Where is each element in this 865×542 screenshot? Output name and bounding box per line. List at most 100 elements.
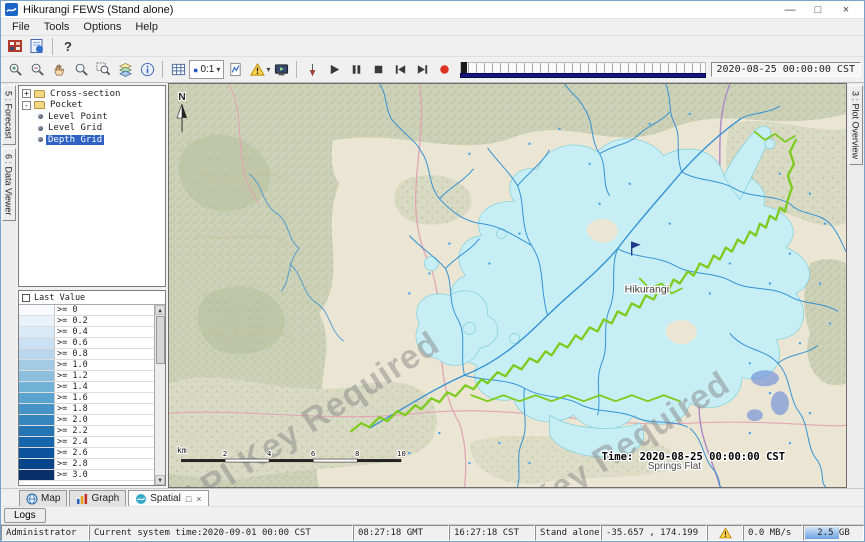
node-dot-icon: [38, 137, 43, 142]
stop-button[interactable]: [367, 60, 389, 80]
logs-button[interactable]: Logs: [4, 508, 46, 523]
tree-list: +Cross-section-PocketLevel PointLevel Gr…: [20, 88, 164, 146]
tree-item-level-point[interactable]: Level Point: [20, 111, 164, 123]
legend-swatch: [19, 437, 55, 447]
legend-swatch: [19, 338, 55, 348]
menu-tools[interactable]: Tools: [37, 21, 77, 33]
map-time-label: Time: 2020-08-25 00:00:00 CST: [602, 451, 785, 463]
legend-swatch: [19, 382, 55, 392]
main-toolbar: ?: [1, 36, 864, 57]
legend-row: >= 0.6: [19, 338, 154, 349]
tab-forecast[interactable]: 5 : Forecast: [2, 85, 16, 145]
menu-help[interactable]: Help: [128, 21, 165, 33]
help-button[interactable]: ?: [57, 36, 79, 56]
step-forward-button[interactable]: [411, 60, 433, 80]
scroll-thumb[interactable]: [156, 316, 165, 364]
place-label-hikurangi: Hikurangi: [625, 284, 669, 295]
spatial-icon: [135, 493, 147, 505]
legend-row: >= 0.4: [19, 327, 154, 338]
layers-tree: +Cross-section-PocketLevel PointLevel Gr…: [18, 85, 166, 287]
status-local-time: 16:27:18 CST: [449, 525, 535, 541]
legend-swatch: [19, 448, 55, 458]
tab-map[interactable]: Map: [19, 490, 67, 506]
map-canvas[interactable]: API Key Required API Key Required Hikura…: [168, 83, 847, 488]
tree-item-label: Level Point: [46, 112, 110, 122]
legend-label: >= 0.6: [55, 338, 90, 348]
bottom-tab-bar: Map Graph Spatial □ ×: [1, 488, 864, 506]
svg-text:4: 4: [267, 449, 272, 458]
tab-map-label: Map: [41, 493, 60, 504]
legend-label: >= 0.2: [55, 316, 90, 326]
zoom-region-button[interactable]: [92, 60, 114, 80]
menu-bar: File Tools Options Help: [1, 19, 864, 36]
scroll-down-icon[interactable]: ▼: [155, 475, 165, 485]
menu-options[interactable]: Options: [76, 21, 128, 33]
expand-icon[interactable]: +: [22, 89, 31, 98]
zoom-out-button[interactable]: [26, 60, 48, 80]
menu-file[interactable]: File: [5, 21, 37, 33]
svg-text:10: 10: [397, 449, 407, 458]
profile-chart-button[interactable]: [224, 60, 246, 80]
tree-item-depth-grid[interactable]: Depth Grid: [20, 134, 164, 146]
legend-scrollbar[interactable]: ▲ ▼: [154, 305, 165, 485]
last-value-checkbox[interactable]: [22, 294, 30, 302]
legend-row: >= 0.2: [19, 316, 154, 327]
undock-icon[interactable]: □: [186, 494, 191, 504]
node-dot-icon: [38, 126, 43, 131]
legend-label: >= 0: [55, 305, 79, 315]
grid-button[interactable]: [167, 60, 189, 80]
play-button[interactable]: [323, 60, 345, 80]
zoom-previous-button[interactable]: [70, 60, 92, 80]
minimize-button[interactable]: —: [776, 4, 804, 16]
legend-swatch: [19, 470, 55, 480]
tab-plot-overview[interactable]: 3 : Plot Overview: [849, 85, 863, 165]
tree-item-label: Level Grid: [46, 123, 104, 133]
document-blue-button[interactable]: [26, 36, 48, 56]
legend-label: >= 3.0: [55, 470, 90, 480]
animation-display-button[interactable]: [270, 60, 292, 80]
timeline-slider[interactable]: [460, 62, 705, 78]
close-button[interactable]: ×: [832, 4, 860, 16]
legend-row: >= 1.2: [19, 371, 154, 382]
legend-swatch: [19, 316, 55, 326]
folder-icon: [34, 101, 45, 109]
scale-combo-value: 0:1: [200, 64, 214, 75]
maximize-button[interactable]: □: [804, 4, 832, 16]
database-red-button[interactable]: [4, 36, 26, 56]
map-svg[interactable]: API Key Required API Key Required Hikura…: [169, 84, 846, 487]
legend-row: >= 3.0: [19, 470, 154, 481]
tab-graph-label: Graph: [91, 493, 119, 504]
title-bar: Hikurangi FEWS (Stand alone) — □ ×: [1, 1, 864, 19]
toolbar-separator: [52, 38, 53, 55]
tab-close-icon[interactable]: ×: [196, 494, 201, 504]
time-marker-button[interactable]: [301, 60, 323, 80]
status-gmt-time: 08:27:18 GMT: [353, 525, 449, 541]
collapse-icon[interactable]: -: [22, 101, 31, 110]
data-viewer-panel: +Cross-section-PocketLevel PointLevel Gr…: [16, 83, 168, 488]
zoom-in-button[interactable]: [4, 60, 26, 80]
pause-button[interactable]: [345, 60, 367, 80]
legend-swatch: [19, 371, 55, 381]
layer-dot-icon: ●: [193, 65, 198, 75]
tree-item-cross-section[interactable]: +Cross-section: [20, 88, 164, 100]
right-tab-strip: 3 : Plot Overview: [847, 83, 864, 488]
tab-graph[interactable]: Graph: [69, 490, 126, 506]
info-button[interactable]: [136, 60, 158, 80]
legend-header: Last Value: [19, 291, 165, 305]
scroll-up-icon[interactable]: ▲: [155, 305, 165, 315]
step-back-button[interactable]: [389, 60, 411, 80]
tab-data-viewer[interactable]: 6 : Data Viewer: [2, 148, 16, 221]
node-dot-icon: [38, 114, 43, 119]
folder-icon: [34, 90, 45, 98]
warning-threshold-button[interactable]: [246, 60, 268, 80]
record-button[interactable]: [433, 60, 455, 80]
scale-combo[interactable]: ● 0:1 ▾: [189, 60, 224, 79]
timeline-position-marker[interactable]: [461, 62, 467, 73]
tree-item-pocket[interactable]: -Pocket: [20, 100, 164, 112]
status-warning-cell[interactable]: [707, 525, 743, 541]
layers-button[interactable]: [114, 60, 136, 80]
legend-title: Last Value: [34, 293, 85, 303]
tab-spatial[interactable]: Spatial □ ×: [128, 490, 208, 506]
pan-hand-button[interactable]: [48, 60, 70, 80]
tree-item-level-grid[interactable]: Level Grid: [20, 123, 164, 135]
